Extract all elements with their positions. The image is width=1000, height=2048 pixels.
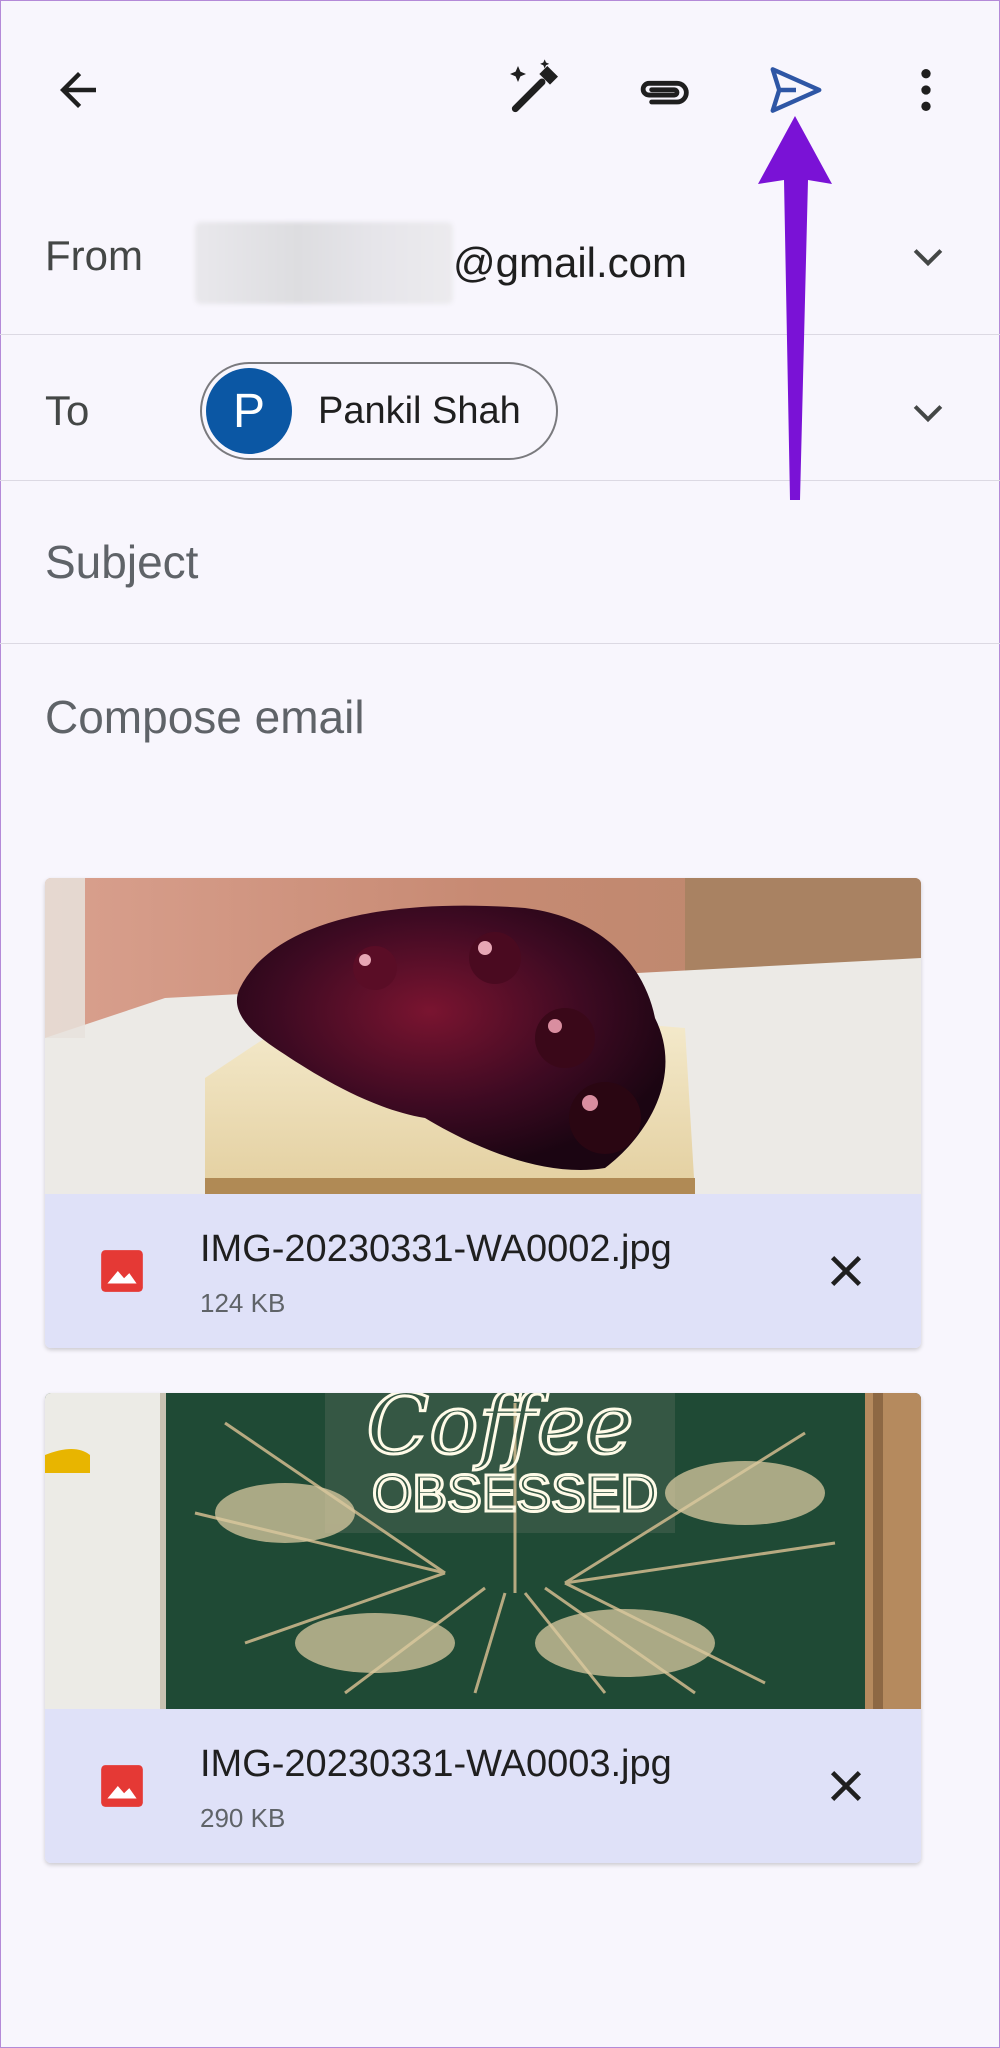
attachment-filesize: 290 KB bbox=[200, 1803, 286, 1833]
attachment-filesize: 124 KB bbox=[200, 1288, 286, 1318]
recipient-chip[interactable]: P Pankil Shah bbox=[200, 362, 558, 460]
compose-toolbar bbox=[0, 0, 1000, 180]
attachment-info-bar: IMG-20230331-WA0002.jpg 124 KB bbox=[45, 1194, 921, 1348]
back-button[interactable] bbox=[38, 50, 118, 130]
from-label: From bbox=[45, 232, 143, 279]
attachment-thumbnail-cheesecake bbox=[45, 878, 921, 1194]
magic-pen-icon bbox=[510, 59, 558, 113]
annotation-arrow bbox=[758, 116, 832, 500]
image-file-icon bbox=[101, 1250, 143, 1292]
subject-input[interactable]: Subject bbox=[45, 535, 198, 589]
from-email-domain: @gmail.com bbox=[453, 239, 688, 286]
more-vert-icon bbox=[921, 69, 931, 111]
from-field[interactable]: @gmail.com bbox=[195, 222, 688, 304]
arrow-left-icon bbox=[60, 72, 96, 108]
more-options-button[interactable] bbox=[886, 50, 966, 130]
paperclip-icon bbox=[640, 80, 689, 105]
attachment-filename: IMG-20230331-WA0002.jpg bbox=[200, 1228, 672, 1270]
attachment-filename: IMG-20230331-WA0003.jpg bbox=[200, 1743, 672, 1785]
neon-sign-text-coffee: Coffee bbox=[366, 1393, 633, 1473]
attachment-thumbnail-coffee-sign: Coffee OBSESSED bbox=[45, 1393, 921, 1709]
close-icon[interactable] bbox=[823, 1763, 869, 1809]
attach-button[interactable] bbox=[625, 50, 705, 130]
attachment-card[interactable]: Coffee OBSESSED IMG-20230331-WA0003.jpg … bbox=[45, 1393, 921, 1863]
chevron-down-icon[interactable] bbox=[906, 234, 950, 278]
close-icon[interactable] bbox=[823, 1248, 869, 1294]
compose-body-input[interactable]: Compose email bbox=[45, 690, 365, 744]
image-file-icon bbox=[101, 1765, 143, 1807]
neon-sign-text-obsessed: OBSESSED bbox=[372, 1465, 658, 1523]
to-label: To bbox=[45, 387, 90, 434]
redacted-email-username bbox=[195, 222, 453, 304]
recipient-name: Pankil Shah bbox=[318, 389, 521, 432]
chevron-down-icon[interactable] bbox=[906, 390, 950, 434]
attachment-card[interactable]: IMG-20230331-WA0002.jpg 124 KB bbox=[45, 878, 921, 1348]
avatar: P bbox=[206, 368, 292, 454]
attachment-info-bar: IMG-20230331-WA0003.jpg 290 KB bbox=[45, 1709, 921, 1863]
help-me-write-button[interactable] bbox=[494, 50, 574, 130]
